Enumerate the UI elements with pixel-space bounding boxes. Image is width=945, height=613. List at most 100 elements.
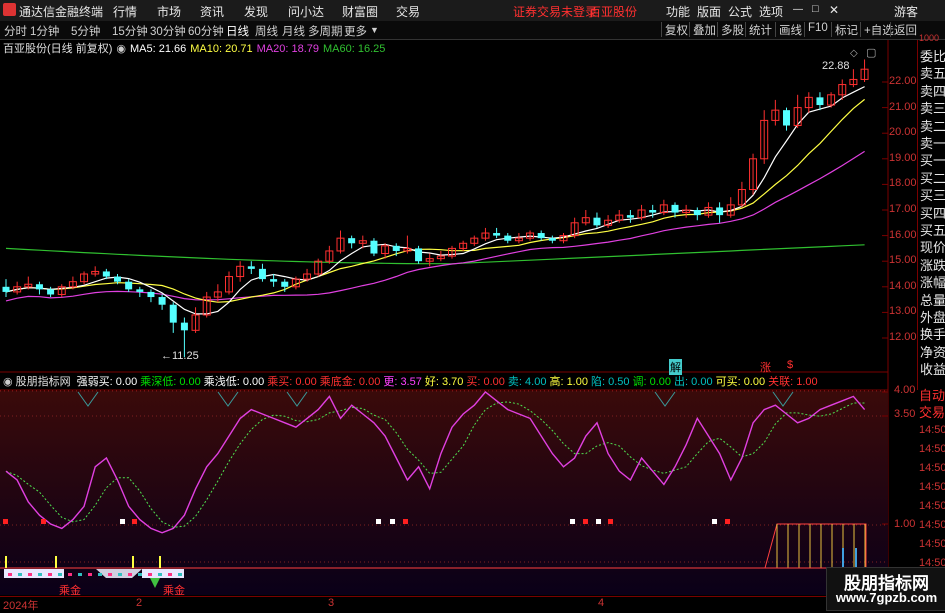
band-dot [128,573,132,576]
price-tick-1: 21.00 [889,100,917,113]
candle-body [180,322,188,331]
indicator-item-9: 高: 1.00 [549,376,588,388]
indicator-item-1: 乘深低: 0.00 [140,376,201,388]
time-label-4: 14:50 [919,500,945,512]
dollar-marker: $ [787,359,794,371]
band-dot [108,573,112,576]
price-tick-10: 12.00 [889,331,917,343]
indicator-item-5: 更: 3.57 [383,376,422,388]
band-dot [38,573,42,576]
candle-body [147,291,155,298]
indicator-item-14: 关联: 1.00 [768,376,818,388]
price-tick-9: 13.00 [889,305,917,318]
indicator-item-2: 乘浅低: 0.00 [203,376,265,388]
indicator-toggle-icon[interactable]: ◉ [3,376,13,388]
indicator-item-12: 出: 0.00 [674,376,713,388]
price-tick-0: 22.00 [889,75,917,87]
indicator-item-6: 好: 3.70 [424,376,464,388]
signal-dot-4 [376,519,381,524]
candle-body [649,210,657,213]
time-label-1: 14:50 [919,443,945,455]
candle-body [125,281,133,290]
time-label-0: 14:50 [919,424,945,436]
price-tick-8: 14.00 [889,279,917,292]
date-label-feb: 2 [136,597,143,609]
price-tick-3: 19.00 [889,151,917,164]
candle-body [504,235,512,241]
signal-dot-12 [725,519,730,524]
candle-body [2,286,10,292]
candle-body [35,284,43,290]
signal-dot-1 [41,519,46,524]
candle-body [716,207,724,216]
indicator-item-7: 买: 0.00 [466,376,505,388]
ind-tick-350: 3.50 [894,408,916,420]
indicator-item-3: 乘买: 0.00 [267,376,317,388]
ind-tick-100: 1.00 [894,518,916,530]
signal-dot-10 [608,519,613,524]
indicator-item-4: 乘底金: 0.00 [319,376,381,388]
candle-body [102,271,110,277]
candle-body [348,238,356,244]
date-label-2024: 2024年 [3,600,39,612]
candle-body [816,97,824,106]
time-label-5: 14:50 [919,519,945,531]
candle-body [671,204,679,213]
signal-dot-9 [596,519,601,524]
time-label-2: 14:50 [919,462,945,474]
price-tick-6: 16.00 [889,228,917,241]
indicator-item-0: 强弱买: 0.00 [76,376,138,388]
date-label-apr: 4 [598,597,605,609]
low-arrow-icon: ← [161,350,172,362]
candle-body [537,233,545,239]
band-dot [158,573,162,576]
indicator-item-10: 陷: 0.50 [590,376,630,388]
axis-top-label: 1000 [919,33,940,43]
band-dot [48,573,52,576]
band-dot [98,573,102,576]
ind-tick-400: 4.00 [894,384,916,396]
candle-body [392,245,400,251]
ma10-line [5,98,865,303]
band-dot [168,573,172,576]
price-tick-7: 15.00 [889,254,917,267]
ma5-line [5,86,865,315]
candle-body [258,268,266,280]
price-tick-4: 18.00 [889,177,917,190]
indicator-name[interactable]: 股朋指标网 [16,376,71,388]
kline-chart [0,40,889,596]
candle-body [247,266,255,269]
band-dot [18,573,22,576]
high-price-label: 22.88 [822,60,850,72]
signal-dot-0 [3,519,8,524]
signal-dot-7 [570,519,575,524]
signal-dot-11 [712,519,717,524]
signal-dot-8 [583,519,588,524]
time-label-3: 14:50 [919,481,945,493]
window-icon[interactable]: ▢ [866,46,876,59]
candle-body [415,248,423,262]
band-dot [178,573,182,576]
candle-body [158,297,166,305]
band-1 [4,569,64,578]
candle-body [693,210,701,216]
band-dot [148,573,152,576]
indicator-header: ◉ 股朋指标网 强弱买: 0.00 乘深低: 0.00 乘浅低: 0.00 乘买: 0.… [0,373,824,388]
candle-body [270,279,278,282]
candle-body [136,289,144,292]
candle-body [548,238,556,241]
date-axis: 2024年 2 3 4 [0,596,915,612]
candle-body [281,281,289,287]
diamond-icon[interactable]: ◇ [850,48,858,59]
band-dot [8,573,12,576]
price-tick-2: 20.00 [889,126,917,139]
signal-dot-2 [120,519,125,524]
band-dot [88,573,92,576]
price-tick-5: 17.00 [889,203,917,215]
indicator-item-13: 可买: 0.00 [715,376,766,388]
candle-body [370,240,378,254]
indicator-item-8: 卖: 4.00 [507,376,547,388]
trade-label[interactable]: 交易 [919,402,945,421]
signal-dot-5 [390,519,395,524]
indicator-item-11: 调: 0.00 [632,376,672,388]
